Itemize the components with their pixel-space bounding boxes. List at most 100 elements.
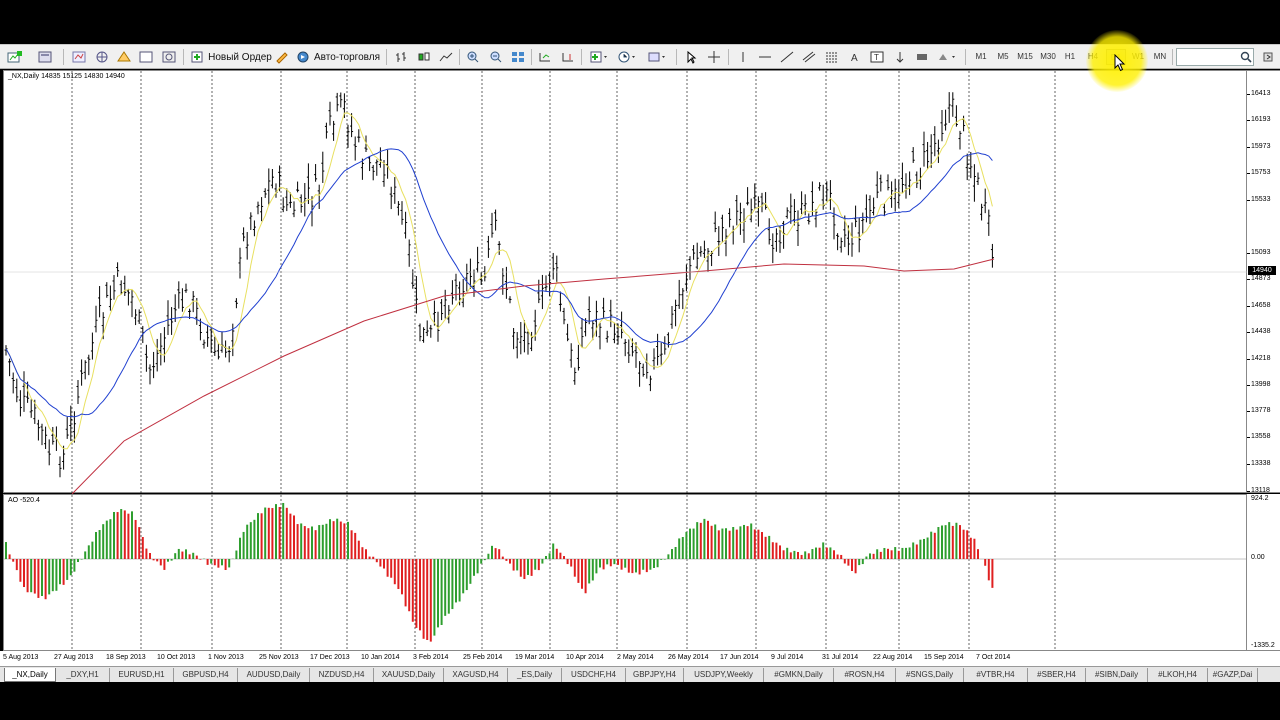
ao-histogram[interactable] xyxy=(4,495,1248,652)
chart-tab[interactable]: #ROSN,H4 xyxy=(834,668,896,682)
chart-tab[interactable]: #VTBR,H4 xyxy=(964,668,1028,682)
date-label: 25 Feb 2014 xyxy=(463,654,503,661)
profiles-icon[interactable] xyxy=(36,48,54,66)
auto-trading-button[interactable]: Авто-торговля xyxy=(295,48,381,66)
chart-header: _NX,Daily 14835 15125 14830 14940 xyxy=(8,73,125,80)
line-chart-icon[interactable] xyxy=(437,48,455,66)
date-label: 18 Sep 2013 xyxy=(106,654,146,661)
date-label: 10 Apr 2014 xyxy=(566,654,604,661)
chart-tab[interactable]: USDJPY,Weekly xyxy=(684,668,764,682)
price-label: 14873 xyxy=(1251,275,1271,282)
date-label: 17 Jun 2014 xyxy=(720,654,759,661)
chart-shift-icon[interactable] xyxy=(559,48,577,66)
navigator-icon[interactable] xyxy=(115,48,133,66)
text-tool-icon[interactable]: A xyxy=(846,48,864,66)
cursor-tool-icon[interactable] xyxy=(682,48,700,66)
chart-tab[interactable]: #SIBN,Daily xyxy=(1086,668,1148,682)
price-label: 14658 xyxy=(1251,302,1271,309)
price-scale[interactable]: 16413 16193 15973 15753 15533 15093 14873 14658… xyxy=(1247,70,1280,494)
chart-tab[interactable]: #SBER,H4 xyxy=(1028,668,1086,682)
rectangle-tool-icon[interactable] xyxy=(913,48,931,66)
arrows-icon[interactable] xyxy=(891,48,909,66)
price-chart-canvas[interactable] xyxy=(4,71,1248,494)
chart-tabs: _NX,Daily _DXY,H1 EURUSD,H1 GBPUSD,H4 AUDUSD… xyxy=(0,666,1280,682)
tile-windows-icon[interactable] xyxy=(509,48,527,66)
price-label: 16193 xyxy=(1251,116,1271,123)
chart-tab[interactable]: AUDUSD,Daily xyxy=(238,668,310,682)
shapes-icon xyxy=(939,54,955,60)
strategy-tester-icon[interactable] xyxy=(160,48,178,66)
chart-tab[interactable]: _DXY,H1 xyxy=(56,668,110,682)
timeframe-m1-button[interactable]: M1 xyxy=(971,49,991,65)
candlestick-icon[interactable] xyxy=(415,48,433,66)
price-chart[interactable]: _NX,Daily 14835 15125 14830 14940 xyxy=(3,70,1248,494)
slow-moving-average xyxy=(71,258,995,494)
chart-tab[interactable]: #GAZP,Dai xyxy=(1208,668,1258,682)
timeframe-h1-button[interactable]: H1 xyxy=(1060,49,1080,65)
search-icon[interactable] xyxy=(1238,48,1254,66)
periods-dropdown[interactable] xyxy=(616,48,640,66)
market-watch-icon[interactable] xyxy=(70,48,88,66)
price-tick xyxy=(1247,491,1250,492)
price-tick xyxy=(1247,94,1250,95)
metaeditor-icon[interactable] xyxy=(273,48,291,66)
chart-tab[interactable]: _ES,Daily xyxy=(508,668,562,682)
svg-text:T: T xyxy=(874,53,879,62)
date-label: 10 Jan 2014 xyxy=(361,654,400,661)
price-tick xyxy=(1247,147,1250,148)
chart-tab[interactable]: GBPUSD,H4 xyxy=(174,668,238,682)
timeframe-mn-button[interactable]: MN xyxy=(1150,49,1170,65)
chart-tab[interactable]: #SNGS,Daily xyxy=(896,668,964,682)
horizontal-line-icon[interactable] xyxy=(756,48,774,66)
terminal-icon[interactable] xyxy=(137,48,155,66)
chart-tab[interactable]: XAUUSD,Daily xyxy=(374,668,444,682)
chart-tab[interactable]: #LKOH,H4 xyxy=(1148,668,1208,682)
timeframe-m5-button[interactable]: M5 xyxy=(993,49,1013,65)
vertical-line-icon[interactable] xyxy=(734,48,752,66)
zoom-out-icon[interactable] xyxy=(487,48,505,66)
templates-dropdown[interactable] xyxy=(646,48,670,66)
bar-chart-icon[interactable] xyxy=(393,48,411,66)
date-label: 22 Aug 2014 xyxy=(873,654,913,661)
fibonacci-icon[interactable] xyxy=(823,48,841,66)
date-label: 9 Jul 2014 xyxy=(771,654,804,661)
text-label-icon[interactable]: T xyxy=(868,48,886,66)
new-chart-icon[interactable] xyxy=(6,48,24,66)
channel-icon[interactable] xyxy=(800,48,818,66)
chart-tab[interactable]: XAGUSD,H4 xyxy=(444,668,508,682)
trendline-icon[interactable] xyxy=(778,48,796,66)
new-order-button[interactable]: Новый Ордер xyxy=(189,48,273,66)
date-label: 25 Nov 2013 xyxy=(259,654,299,661)
auto-scroll-icon[interactable] xyxy=(536,48,554,66)
data-window-icon[interactable] xyxy=(93,48,111,66)
price-label: 15093 xyxy=(1251,249,1271,256)
price-tick xyxy=(1247,120,1250,121)
toolbar-expand-icon[interactable] xyxy=(1259,48,1277,66)
last-price-label: 14940 xyxy=(1248,266,1276,275)
ohlc-bars xyxy=(4,92,994,478)
chart-tab[interactable]: NZDUSD,H4 xyxy=(310,668,374,682)
zoom-in-icon[interactable] xyxy=(464,48,482,66)
shapes-dropdown[interactable] xyxy=(936,48,960,66)
timeframe-m15-button[interactable]: M15 xyxy=(1015,49,1035,65)
metatrader-window: Новый Ордер Авто-торговля A T M1 M5 M15 … xyxy=(0,0,1280,720)
price-label: 14438 xyxy=(1251,328,1271,335)
date-label: 3 Feb 2014 xyxy=(413,654,449,661)
awesome-oscillator-pane[interactable]: AO -520.4 xyxy=(3,494,1248,652)
chart-tab[interactable]: GBPJPY,H4 xyxy=(626,668,684,682)
date-label: 26 May 2014 xyxy=(668,654,709,661)
chart-tab[interactable]: USDCHF,H4 xyxy=(562,668,626,682)
auto-trading-label: Авто-торговля xyxy=(313,51,381,63)
price-tick xyxy=(1247,385,1250,386)
chart-tab[interactable]: EURUSD,H1 xyxy=(110,668,174,682)
date-label: 15 Sep 2014 xyxy=(924,654,964,661)
chart-tab[interactable]: #GMKN,Daily xyxy=(764,668,834,682)
timeframe-m30-button[interactable]: M30 xyxy=(1038,49,1058,65)
template-icon xyxy=(648,52,665,62)
chart-tab[interactable]: _NX,Daily xyxy=(4,668,56,682)
indicators-dropdown[interactable] xyxy=(588,48,612,66)
price-tick xyxy=(1247,306,1250,307)
crosshair-icon[interactable] xyxy=(705,48,723,66)
new-order-icon xyxy=(191,51,203,63)
indicators-icon xyxy=(590,51,607,63)
